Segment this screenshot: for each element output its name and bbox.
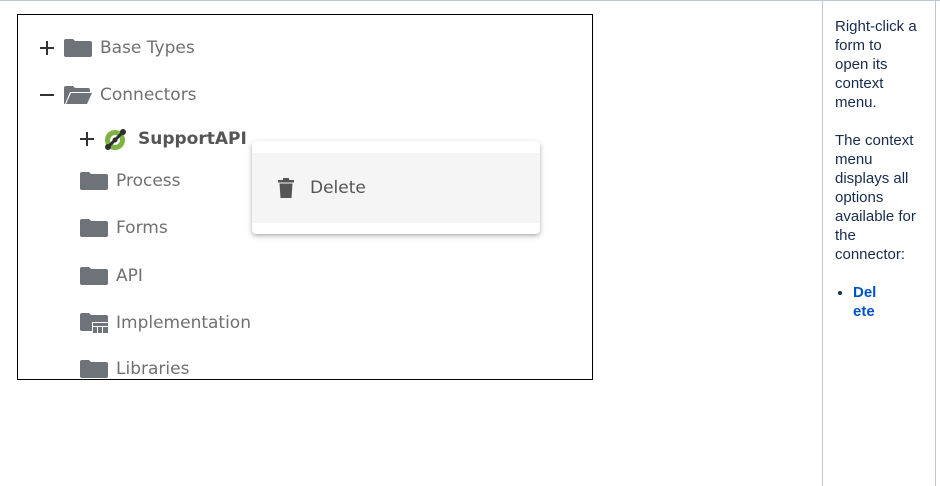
tree-item-api[interactable]: API <box>80 264 143 288</box>
column-divider <box>822 0 823 486</box>
connector-icon <box>104 129 132 150</box>
tree-item-process[interactable]: Process <box>80 169 181 193</box>
tree-item-label: Libraries <box>116 359 190 379</box>
folder-closed-icon <box>64 38 94 58</box>
context-menu-delete[interactable]: Delete <box>252 153 540 223</box>
trash-icon <box>278 178 294 198</box>
tree-item-connectors[interactable]: Connectors <box>40 83 197 107</box>
folder-closed-icon <box>80 266 110 286</box>
folder-closed-icon <box>80 171 110 191</box>
tree-item-base-types[interactable]: Base Types <box>40 36 195 60</box>
tree-item-label: Implementation <box>116 313 251 333</box>
instruction-paragraph: Right-click a form to open its context m… <box>835 18 917 111</box>
tree-item-label: Connectors <box>100 85 197 105</box>
expand-plus-icon[interactable] <box>40 41 54 55</box>
tree-screenshot: Base Types Connectors SupportAPI Process… <box>17 14 593 380</box>
instruction-text: Right-click a form to open its context m… <box>835 17 919 321</box>
tree-item-supportapi[interactable]: SupportAPI <box>80 127 247 151</box>
options-list: Delete <box>835 283 919 321</box>
tree-item-label: SupportAPI <box>138 129 247 149</box>
folder-closed-icon <box>80 359 110 379</box>
collapse-minus-icon[interactable] <box>40 88 54 102</box>
menu-item-label: Delete <box>310 178 366 198</box>
instruction-paragraph: The context menu displays all options av… <box>835 132 916 263</box>
tree-item-label: Base Types <box>100 38 195 58</box>
table-right-border <box>935 0 936 486</box>
folder-implementation-icon <box>80 313 110 333</box>
documentation-table: Base Types Connectors SupportAPI Process… <box>0 0 940 486</box>
tree-item-forms[interactable]: Forms <box>80 216 168 240</box>
tree-item-label: Process <box>116 171 181 191</box>
tree-item-libraries[interactable]: Libraries <box>80 357 189 381</box>
table-top-border <box>0 0 940 1</box>
folder-closed-icon <box>80 218 110 238</box>
tree-item-implementation[interactable]: Implementation <box>80 311 251 335</box>
option-link-delete[interactable]: Delete <box>853 283 881 321</box>
tree-item-label: API <box>116 266 143 286</box>
tree-item-label: Forms <box>116 218 168 238</box>
context-menu: Delete <box>252 141 540 234</box>
folder-open-icon <box>64 85 94 105</box>
expand-plus-icon[interactable] <box>80 132 94 146</box>
